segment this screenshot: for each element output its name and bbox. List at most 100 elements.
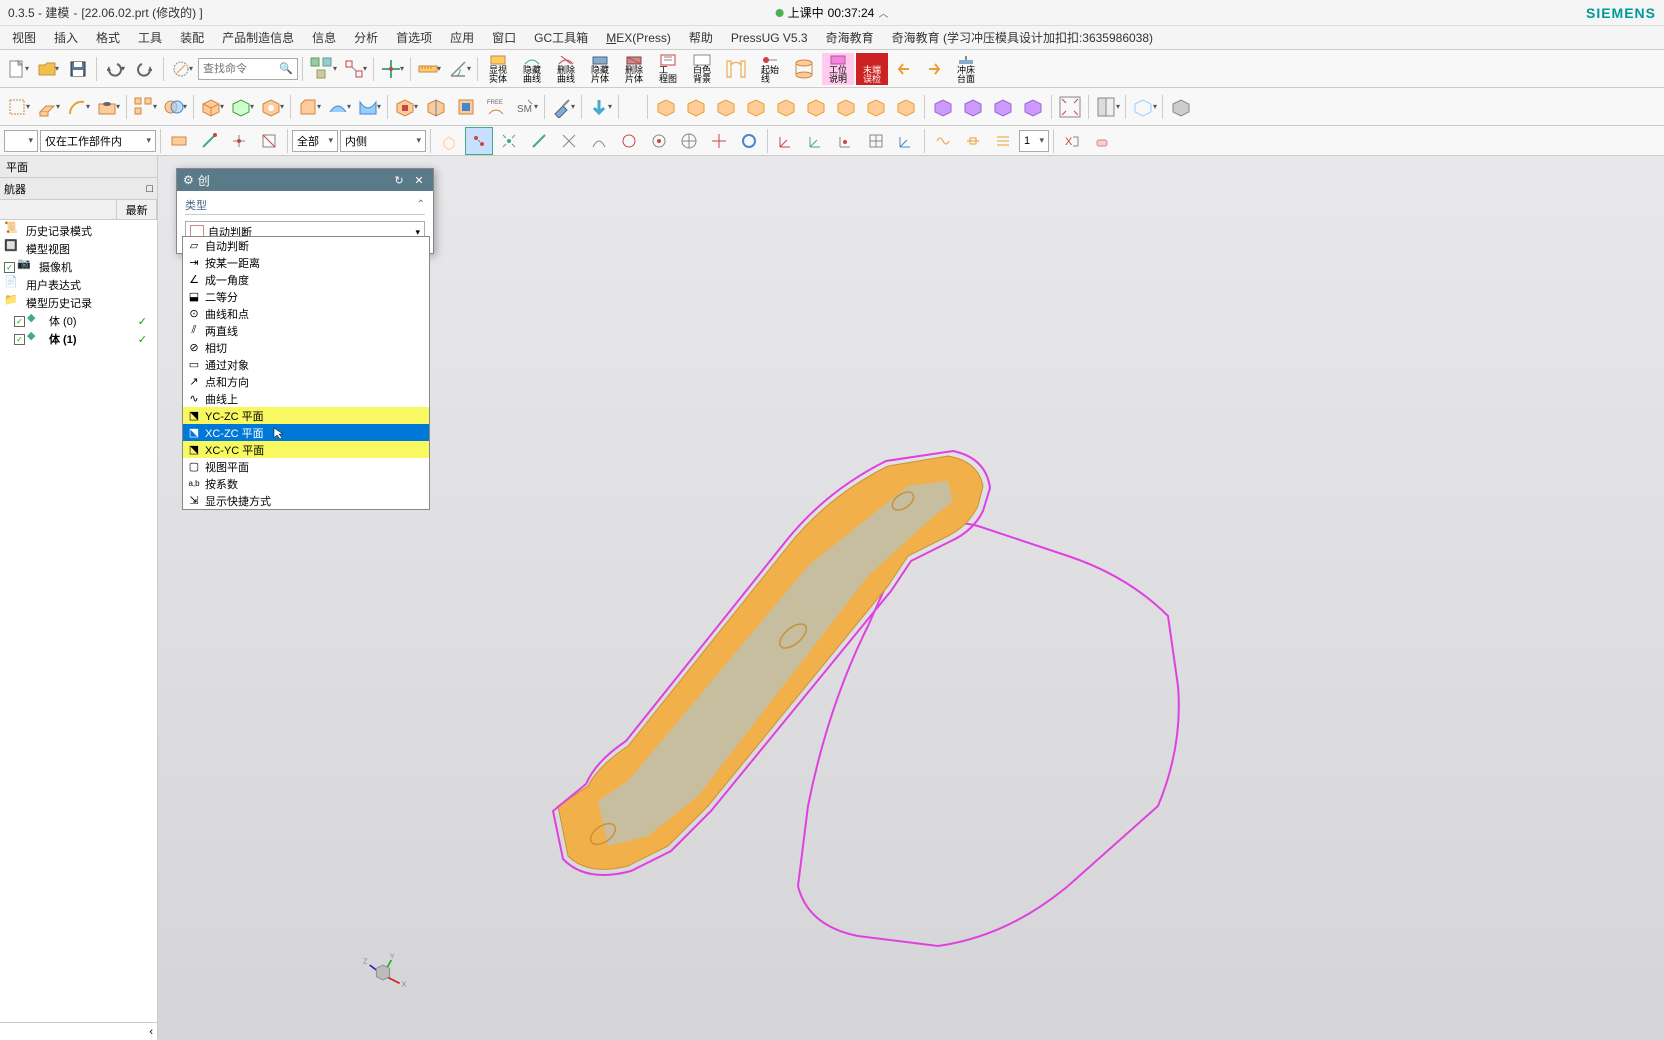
scope-select[interactable]: 仅在工作部件内: [40, 130, 156, 152]
session-status[interactable]: 上课中 00:37:24 ︿: [776, 4, 889, 21]
tree-history-mode[interactable]: 📜历史记录模式: [0, 222, 157, 240]
sel-5-button[interactable]: [555, 127, 583, 155]
sketch-button[interactable]: [168, 55, 196, 83]
option-shortcut[interactable]: ⇲显示快捷方式: [183, 492, 429, 509]
menu-pmi[interactable]: 产品制造信息: [214, 26, 302, 49]
option-yc-zc[interactable]: ⬔YC-ZC 平面: [183, 407, 429, 424]
close-icon[interactable]: ✕: [411, 172, 427, 188]
press-table-button[interactable]: 冲床 台面: [950, 53, 982, 85]
box1-button[interactable]: [198, 93, 226, 121]
filter-icon-3[interactable]: [225, 127, 253, 155]
menu-view[interactable]: 视图: [4, 26, 44, 49]
cube-10-button[interactable]: [929, 93, 957, 121]
option-distance[interactable]: ⇥按某一距离: [183, 254, 429, 271]
cube-7-button[interactable]: [832, 93, 860, 121]
filter-icon-2[interactable]: [195, 127, 223, 155]
sel-2-button[interactable]: [465, 127, 493, 155]
cube-4-button[interactable]: [742, 93, 770, 121]
filter-type-select[interactable]: [4, 130, 38, 152]
checkbox-icon[interactable]: ✓: [4, 262, 15, 273]
extrude-button[interactable]: [788, 53, 820, 85]
drawing-button[interactable]: 工 程图: [652, 53, 684, 85]
arrow-left-button[interactable]: [890, 55, 918, 83]
book-button[interactable]: [1093, 93, 1121, 121]
csys-2-button[interactable]: [802, 127, 830, 155]
cube-12-button[interactable]: [989, 93, 1017, 121]
menu-analysis[interactable]: 分析: [346, 26, 386, 49]
wave-3-button[interactable]: [989, 127, 1017, 155]
option-point-direction[interactable]: ↗点和方向: [183, 373, 429, 390]
wireframe-button[interactable]: [1130, 93, 1158, 121]
option-coefficient[interactable]: a,b按系数: [183, 475, 429, 492]
menu-preferences[interactable]: 首选项: [388, 26, 440, 49]
chevron-left-icon[interactable]: ‹: [149, 1026, 153, 1038]
cube-2-button[interactable]: [682, 93, 710, 121]
move-button[interactable]: [378, 55, 406, 83]
section-type-header[interactable]: 类型 ⌃: [185, 195, 425, 215]
filter-icon-4[interactable]: [255, 127, 283, 155]
brush-button[interactable]: [549, 93, 577, 121]
cube-6-button[interactable]: [802, 93, 830, 121]
sel-9-button[interactable]: [675, 127, 703, 155]
menu-assembly[interactable]: 装配: [172, 26, 212, 49]
eraser-button[interactable]: [1088, 127, 1116, 155]
wave-count-select[interactable]: 1: [1019, 130, 1049, 152]
sel-8-button[interactable]: [645, 127, 673, 155]
sel-6-button[interactable]: [585, 127, 613, 155]
show-solid-button[interactable]: 显视 实体: [482, 53, 514, 85]
tree-camera[interactable]: ✓📷摄像机: [0, 258, 157, 276]
menu-qihai-edu[interactable]: 奇海教育: [818, 26, 882, 49]
cube-9-button[interactable]: [892, 93, 920, 121]
pattern-button[interactable]: [131, 93, 159, 121]
chamfer-button[interactable]: [295, 93, 323, 121]
feature3-button[interactable]: [452, 93, 480, 121]
feature1-button[interactable]: [392, 93, 420, 121]
hole-button[interactable]: [94, 93, 122, 121]
sel-4-button[interactable]: [525, 127, 553, 155]
delete-curve-button[interactable]: 删除 曲线: [550, 53, 582, 85]
csys-1-button[interactable]: [772, 127, 800, 155]
xclip-button[interactable]: X: [1058, 127, 1086, 155]
delete-sheet-button[interactable]: 删除 片体: [618, 53, 650, 85]
unite-button[interactable]: [161, 93, 189, 121]
option-on-curve[interactable]: ∿曲线上: [183, 390, 429, 407]
menu-insert[interactable]: 插入: [46, 26, 86, 49]
box3-button[interactable]: [258, 93, 286, 121]
feature2-button[interactable]: [422, 93, 450, 121]
sel-1-button[interactable]: [435, 127, 463, 155]
angle-button[interactable]: [445, 55, 473, 83]
arrow-down-button[interactable]: [586, 93, 614, 121]
option-xc-zc[interactable]: ⬔XC-ZC 平面: [183, 424, 429, 441]
arrow-right-button[interactable]: [920, 55, 948, 83]
menu-mex-press[interactable]: MEX(Press): [598, 28, 679, 48]
option-auto[interactable]: ▱自动判断: [183, 237, 429, 254]
datum-button[interactable]: [4, 93, 32, 121]
tree-body-0[interactable]: ✓◆体 (0)✓: [0, 312, 157, 330]
save-button[interactable]: [64, 55, 92, 83]
menu-gc-toolbox[interactable]: GC工具箱: [526, 26, 596, 49]
view-triad[interactable]: X Y Z: [358, 950, 408, 1000]
option-angle[interactable]: ∠成一角度: [183, 271, 429, 288]
redo-button[interactable]: [131, 55, 159, 83]
side-select[interactable]: 内侧: [340, 130, 426, 152]
option-two-lines[interactable]: ⫽两直线: [183, 322, 429, 339]
new-file-button[interactable]: [4, 55, 32, 83]
hide-curve-button[interactable]: 隐藏 曲线: [516, 53, 548, 85]
start-line-button[interactable]: 起始 线: [754, 53, 786, 85]
menu-help[interactable]: 帮助: [681, 26, 721, 49]
filter-icon-1[interactable]: [165, 127, 193, 155]
all-select[interactable]: 全部: [292, 130, 338, 152]
open-file-button[interactable]: [34, 55, 62, 83]
menu-window[interactable]: 窗口: [484, 26, 524, 49]
fit-button[interactable]: [1056, 93, 1084, 121]
cube-3-button[interactable]: [712, 93, 740, 121]
shaded-button[interactable]: [1167, 93, 1195, 121]
tab-latest[interactable]: 最新: [117, 200, 157, 219]
sel-10-button[interactable]: [705, 127, 733, 155]
cube-11-button[interactable]: [959, 93, 987, 121]
tree-model-view[interactable]: 🔲模型视图: [0, 240, 157, 258]
sel-3-button[interactable]: [495, 127, 523, 155]
measure-button[interactable]: [415, 55, 443, 83]
csys-3-button[interactable]: [832, 127, 860, 155]
menu-application[interactable]: 应用: [442, 26, 482, 49]
